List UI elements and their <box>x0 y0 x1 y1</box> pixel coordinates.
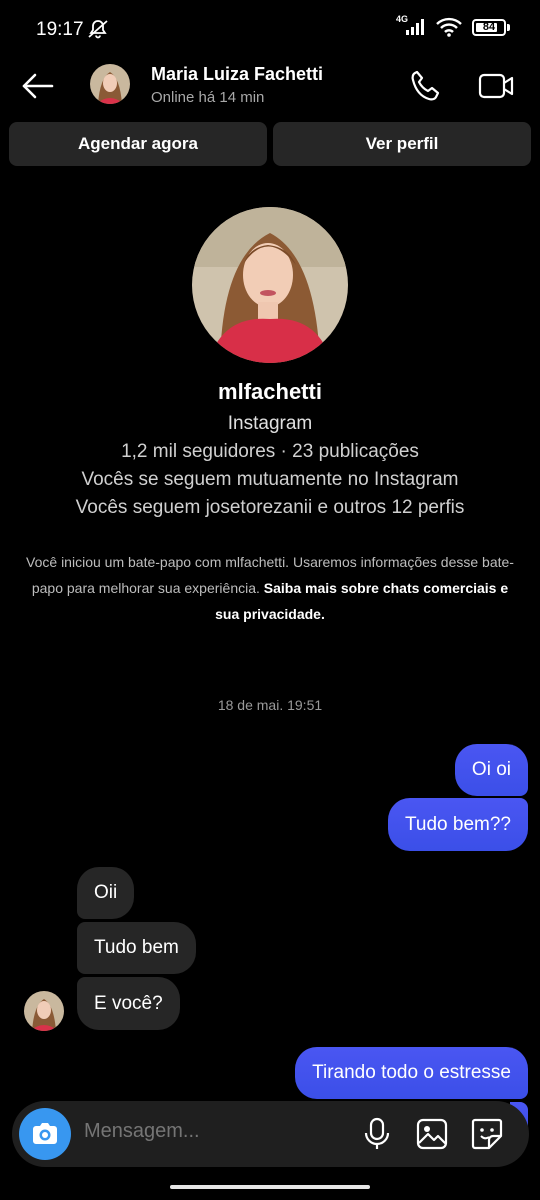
profile-source: Instagram <box>227 413 313 434</box>
message-bubble-outgoing[interactable]: Oi oi <box>454 744 528 796</box>
message-bubble-outgoing[interactable]: Tudo bem?? <box>388 798 528 851</box>
message-bubble-outgoing[interactable]: Tirando todo o estresse <box>295 1047 528 1099</box>
message-composer <box>12 1101 529 1167</box>
video-call-icon[interactable] <box>476 68 516 104</box>
camera-icon <box>33 1123 57 1144</box>
status-bar: 19:17 4G 84 <box>0 0 540 58</box>
schedule-button[interactable]: Agendar agora <box>9 122 267 166</box>
chat-header: Maria Luiza Fachetti Online há 14 min <box>0 58 540 114</box>
phone-icon[interactable] <box>408 68 444 104</box>
sender-avatar[interactable] <box>24 991 64 1031</box>
profile-card: mlfachetti Instagram 1,2 mil seguidores … <box>0 207 540 519</box>
message-bubble-incoming[interactable]: E você? <box>77 977 180 1030</box>
home-indicator[interactable] <box>170 1185 370 1189</box>
message-input[interactable] <box>84 1120 344 1143</box>
message-timestamp: 18 de mai. 19:51 <box>217 697 323 713</box>
contact-name[interactable]: Maria Luiza Fachetti <box>151 64 323 85</box>
privacy-link[interactable]: Saiba mais sobre chats comerciais e sua … <box>215 580 508 622</box>
cellular-signal-icon: 4G <box>396 14 426 37</box>
profile-stats: 1,2 mil seguidores · 23 publicações <box>121 441 419 462</box>
sticker-icon[interactable] <box>469 1116 505 1152</box>
battery-level: 84 <box>482 21 496 33</box>
microphone-icon[interactable] <box>362 1116 392 1152</box>
profile-mutual: Vocês se seguem mutuamente no Instagram <box>81 469 459 490</box>
wifi-icon <box>436 17 462 37</box>
battery-icon: 84 <box>472 18 510 36</box>
profile-actions: Agendar agora Ver perfil <box>9 122 531 166</box>
gallery-icon[interactable] <box>414 1116 450 1152</box>
profile-following: Vocês seguem josetorezanii e outros 12 p… <box>75 497 465 518</box>
message-bubble-incoming[interactable]: Oii <box>77 867 135 919</box>
view-profile-button[interactable]: Ver perfil <box>273 122 531 166</box>
network-type: 4G <box>396 14 409 24</box>
message-bubble-incoming[interactable]: Tudo bem <box>77 922 196 974</box>
camera-button[interactable] <box>19 1108 71 1160</box>
profile-username: mlfachetti <box>218 379 322 404</box>
profile-photo[interactable] <box>192 207 348 363</box>
notifications-off-icon <box>88 20 108 39</box>
chat-notice: Você iniciou um bate-papo com mlfachetti… <box>20 549 520 627</box>
back-arrow-icon[interactable] <box>18 68 58 104</box>
avatar[interactable] <box>90 64 130 104</box>
contact-status: Online há 14 min <box>151 89 265 106</box>
status-time: 19:17 <box>36 19 84 40</box>
